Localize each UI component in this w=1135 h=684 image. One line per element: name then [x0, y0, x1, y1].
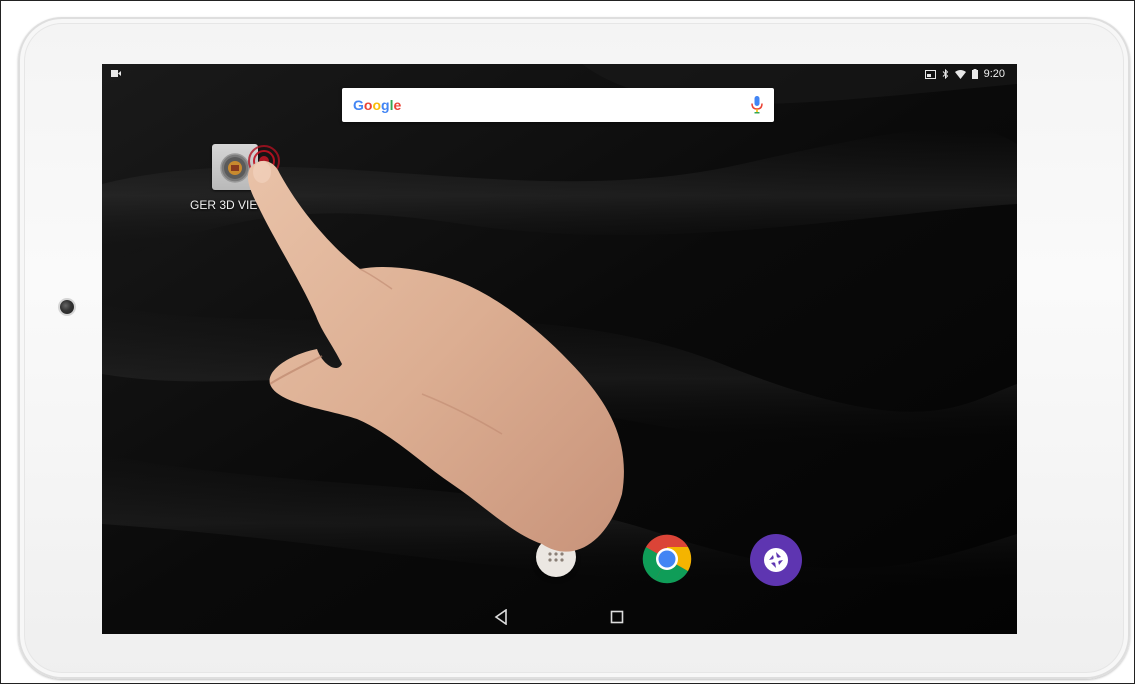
tablet-screen: 9:20 Google GER 3D VIEW — [102, 64, 1017, 634]
chrome-icon — [642, 534, 692, 584]
status-time: 9:20 — [983, 68, 1005, 80]
front-camera — [60, 300, 74, 314]
google-search-bar[interactable]: Google — [342, 88, 774, 122]
battery-icon — [971, 69, 978, 79]
status-bar: 9:20 — [102, 64, 1017, 84]
google-logo: Google — [353, 97, 402, 113]
cast-icon — [924, 69, 936, 79]
navigation-bar — [102, 600, 1017, 634]
square-home-icon[interactable] — [610, 610, 624, 624]
wifi-icon — [954, 69, 966, 79]
chrome-app-icon[interactable] — [642, 534, 692, 584]
image-frame: 9:20 Google GER 3D VIEW — [0, 0, 1135, 684]
mic-icon[interactable] — [751, 96, 763, 114]
back-triangle-icon[interactable] — [494, 609, 508, 625]
video-record-icon — [111, 70, 121, 77]
touch-indicator — [248, 145, 280, 177]
app-drawer-button[interactable] — [536, 537, 576, 577]
camera-app-icon[interactable] — [749, 533, 802, 586]
dots-grid-icon — [548, 552, 564, 562]
app-label: GER 3D VIEW — [190, 198, 269, 212]
camera-aperture-icon — [750, 534, 802, 586]
status-icons: 9:20 — [924, 68, 1005, 80]
bluetooth-icon — [942, 69, 948, 79]
